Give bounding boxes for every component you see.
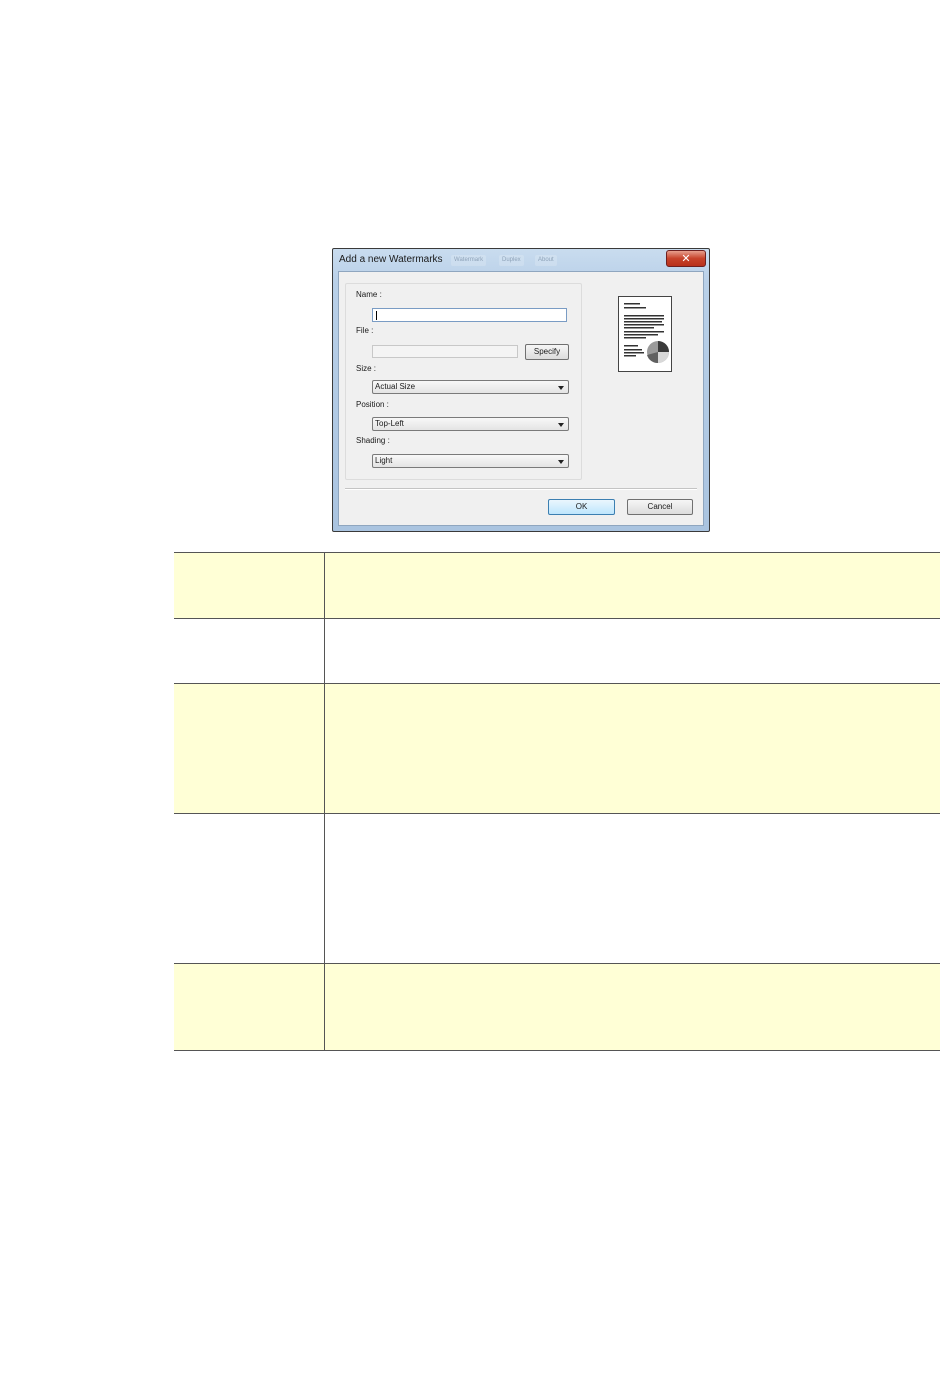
add-watermark-dialog: Add a new Watermarks Watermark Duplex Ab… xyxy=(332,248,710,532)
table-cell-name xyxy=(174,618,325,684)
table-row xyxy=(174,618,940,684)
table-cell-description xyxy=(324,552,940,619)
shading-selected-value: Light xyxy=(375,456,393,465)
table-row xyxy=(174,683,940,814)
text-caret xyxy=(376,311,377,320)
table-row xyxy=(174,963,940,1051)
position-label: Position : xyxy=(356,400,389,409)
dialog-title: Add a new Watermarks xyxy=(339,254,443,265)
background-tab-duplex: Duplex xyxy=(499,255,524,266)
background-tab-watermark: Watermark xyxy=(451,255,487,266)
position-selected-value: Top-Left xyxy=(375,419,404,428)
ok-button[interactable]: OK xyxy=(548,499,615,515)
file-label: File : xyxy=(356,326,374,335)
file-path-field[interactable] xyxy=(372,345,518,358)
table-cell-name xyxy=(174,683,325,814)
name-label: Name : xyxy=(356,290,382,299)
document-preview-icon xyxy=(618,296,672,372)
dialog-titlebar[interactable]: Add a new Watermarks Watermark Duplex Ab… xyxy=(333,249,709,271)
specify-button[interactable]: Specify xyxy=(525,344,569,360)
cancel-button[interactable]: Cancel xyxy=(627,499,693,515)
close-icon: ✕ xyxy=(681,252,691,265)
chevron-down-icon xyxy=(558,423,564,427)
size-select[interactable]: Actual Size xyxy=(372,380,569,394)
table-cell-name xyxy=(174,552,325,619)
background-tab-about: About xyxy=(535,255,557,266)
settings-description-table xyxy=(174,552,940,1051)
preview-graphic xyxy=(624,303,669,364)
table-row xyxy=(174,813,940,964)
close-button[interactable]: ✕ xyxy=(666,250,706,267)
shading-label: Shading : xyxy=(356,436,390,445)
table-cell-name xyxy=(174,813,325,964)
table-cell-description xyxy=(324,963,940,1051)
dialog-client-area: Name : File : Specify Size : Actual Size… xyxy=(338,271,704,526)
size-label: Size : xyxy=(356,364,377,373)
chevron-down-icon xyxy=(558,460,564,464)
shading-select[interactable]: Light xyxy=(372,454,569,468)
footer-separator xyxy=(345,488,697,490)
position-select[interactable]: Top-Left xyxy=(372,417,569,431)
table-cell-description xyxy=(324,618,940,684)
table-row xyxy=(174,552,940,619)
table-cell-description xyxy=(324,813,940,964)
table-cell-description xyxy=(324,683,940,814)
table-cell-name xyxy=(174,963,325,1051)
size-selected-value: Actual Size xyxy=(375,382,416,391)
name-input[interactable] xyxy=(372,308,567,322)
chevron-down-icon xyxy=(558,386,564,390)
